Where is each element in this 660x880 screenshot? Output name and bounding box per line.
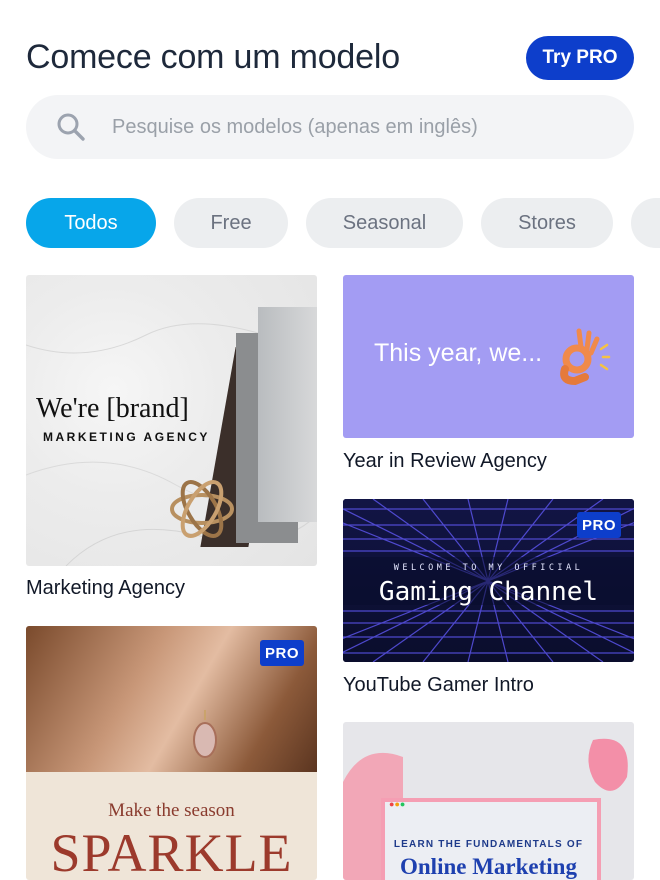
template-label[interactable]: Marketing Agency [26, 577, 185, 600]
chip-stores[interactable]: Stores [481, 198, 613, 248]
template-headline: Online Marketing [400, 854, 577, 879]
earring-icon [193, 710, 217, 758]
search-icon [57, 113, 85, 141]
chip-todos[interactable]: Todos [26, 198, 156, 248]
template-small-text: LEARN THE FUNDAMENTALS OF [393, 839, 584, 850]
template-label[interactable]: Year in Review Agency [343, 450, 547, 473]
template-subline: MARKETING AGENCY [43, 430, 210, 444]
template-label[interactable]: YouTube Gamer Intro [343, 674, 534, 697]
template-headline-small: Make the season [108, 800, 235, 821]
decor-ornament-icon [170, 480, 234, 538]
page-title: Comece com um modelo [26, 38, 400, 76]
pro-badge: PRO [260, 640, 304, 666]
window-dots: ●●● [389, 799, 406, 809]
template-headline: This year, we... [374, 339, 543, 367]
try-pro-button[interactable]: Try PRO [526, 36, 634, 80]
template-headline: SPARKLE [50, 823, 293, 880]
template-headline: We're [brand] [36, 393, 189, 424]
template-card-year-review[interactable]: This year, we... [343, 275, 634, 438]
pro-badge: PRO [577, 512, 621, 538]
chip-free[interactable]: Free [174, 198, 288, 248]
template-card-online-marketing[interactable]: ●●● LEARN THE FUNDAMENTALS OF Online Mar… [343, 722, 634, 880]
template-card-sparkle[interactable]: Make the season SPARKLE PRO [26, 626, 317, 880]
chip-more[interactable] [631, 198, 660, 248]
search-input[interactable] [110, 114, 594, 140]
template-card-youtube-gamer[interactable]: WELCOME TO MY OFFICIAL Gaming Channel PR… [343, 499, 634, 662]
template-card-marketing-agency[interactable]: We're [brand] MARKETING AGENCY [26, 275, 317, 566]
header: Comece com um modelo Try PRO [26, 36, 634, 82]
ok-hand-icon [560, 328, 611, 385]
chip-seasonal[interactable]: Seasonal [306, 198, 463, 248]
category-chips: Todos Free Seasonal Stores [26, 198, 660, 250]
book-light [258, 307, 317, 522]
search-bar[interactable] [26, 95, 634, 159]
template-headline: Gaming Channel [378, 577, 599, 607]
template-small-text: WELCOME TO MY OFFICIAL [393, 563, 584, 573]
